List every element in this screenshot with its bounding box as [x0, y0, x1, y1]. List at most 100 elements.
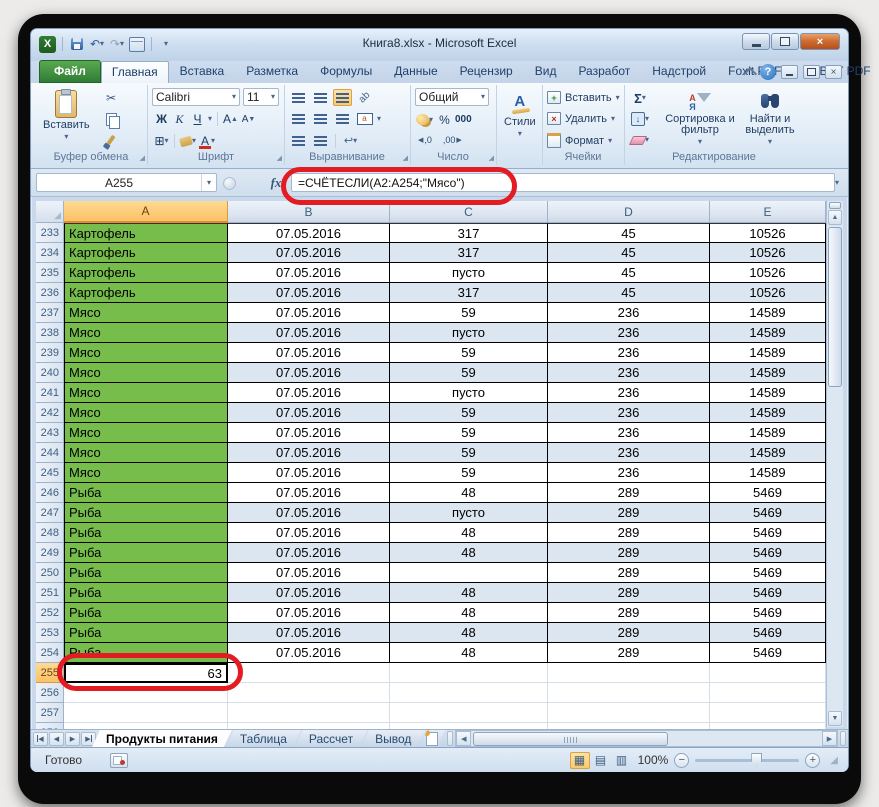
dialog-launcher-alignment[interactable]: ◢ — [403, 155, 408, 162]
ribbon-tab-рецензир[interactable]: Рецензир — [449, 60, 524, 83]
decrease-indent-button[interactable] — [289, 132, 308, 149]
cell-D257[interactable] — [548, 703, 710, 723]
cell-E249[interactable]: 5469 — [710, 543, 826, 563]
cell-E253[interactable]: 5469 — [710, 623, 826, 643]
cell-E236[interactable]: 10526 — [710, 283, 826, 303]
ribbon-tab-разработ[interactable]: Разработ — [567, 60, 641, 83]
cell-E239[interactable]: 14589 — [710, 343, 826, 363]
merge-center-button[interactable]: a — [355, 110, 374, 127]
cell-D246[interactable]: 289 — [548, 483, 710, 503]
row-header-252[interactable]: 252 — [36, 603, 64, 623]
page-break-view-button[interactable]: ▥ — [612, 752, 632, 769]
cell-A233[interactable]: Картофель — [64, 223, 228, 243]
cell-E255[interactable] — [710, 663, 826, 683]
row-header-250[interactable]: 250 — [36, 563, 64, 583]
cell-E257[interactable] — [710, 703, 826, 723]
cell-B245[interactable]: 07.05.2016 — [228, 463, 390, 483]
cell-D236[interactable]: 45 — [548, 283, 710, 303]
cell-C233[interactable]: 317 — [390, 223, 548, 243]
ribbon-tab-данные[interactable]: Данные — [383, 60, 448, 83]
cell-C247[interactable]: пусто — [390, 503, 548, 523]
row-header-245[interactable]: 245 — [36, 463, 64, 483]
name-box-dropdown[interactable]: ▾ — [201, 174, 216, 191]
cell-A249[interactable]: Рыба — [64, 543, 228, 563]
cell-C249[interactable]: 48 — [390, 543, 548, 563]
prev-sheet-button[interactable]: ◀ — [49, 732, 64, 746]
cell-C237[interactable]: 59 — [390, 303, 548, 323]
row-header-248[interactable]: 248 — [36, 523, 64, 543]
align-bottom-button[interactable] — [333, 89, 352, 106]
cell-A237[interactable]: Мясо — [64, 303, 228, 323]
column-header-E[interactable]: E — [710, 201, 826, 223]
cell-E250[interactable]: 5469 — [710, 563, 826, 583]
grow-font-button[interactable]: А▲ — [223, 111, 238, 127]
percent-button[interactable]: % — [437, 112, 452, 128]
cell-D239[interactable]: 236 — [548, 343, 710, 363]
cell-B239[interactable]: 07.05.2016 — [228, 343, 390, 363]
resize-grip[interactable]: ◢ — [830, 755, 838, 766]
dialog-launcher-clipboard[interactable]: ◢ — [140, 155, 145, 162]
paste-button[interactable]: Вставить ▾ — [39, 87, 94, 144]
cell-C242[interactable]: 59 — [390, 403, 548, 423]
cell-D252[interactable]: 289 — [548, 603, 710, 623]
workbook-close-button[interactable]: × — [825, 65, 842, 79]
ribbon-tab-вид[interactable]: Вид — [524, 60, 568, 83]
wrap-text-button[interactable]: ↩▾ — [341, 132, 360, 149]
row-header-237[interactable]: 237 — [36, 303, 64, 323]
cell-B238[interactable]: 07.05.2016 — [228, 323, 390, 343]
zoom-out-button[interactable]: − — [674, 753, 689, 768]
cell-A243[interactable]: Мясо — [64, 423, 228, 443]
cell-A246[interactable]: Рыба — [64, 483, 228, 503]
delete-cells-button[interactable]: ×Удалить▾ — [547, 112, 615, 125]
align-left-button[interactable] — [289, 110, 308, 127]
cell-B242[interactable]: 07.05.2016 — [228, 403, 390, 423]
scroll-right-button[interactable]: ▶ — [822, 731, 837, 746]
increase-indent-button[interactable] — [311, 132, 330, 149]
fill-button[interactable]: ↓▾ — [630, 110, 650, 128]
cell-D250[interactable]: 289 — [548, 563, 710, 583]
workbook-restore-button[interactable] — [803, 65, 820, 79]
cell-B240[interactable]: 07.05.2016 — [228, 363, 390, 383]
zoom-slider-thumb[interactable] — [751, 753, 762, 767]
row-header-235[interactable]: 235 — [36, 263, 64, 283]
cell-E234[interactable]: 10526 — [710, 243, 826, 263]
cell-D253[interactable]: 289 — [548, 623, 710, 643]
row-header-257[interactable]: 257 — [36, 703, 64, 723]
cell-B251[interactable]: 07.05.2016 — [228, 583, 390, 603]
sheet-tab-вывод[interactable]: Вывод — [361, 730, 425, 747]
cell-D241[interactable]: 236 — [548, 383, 710, 403]
format-cells-button[interactable]: Формат▾ — [547, 133, 612, 148]
cell-A239[interactable]: Мясо — [64, 343, 228, 363]
styles-button[interactable]: А Стили ▾ — [500, 91, 540, 141]
cell-B249[interactable]: 07.05.2016 — [228, 543, 390, 563]
cell-B248[interactable]: 07.05.2016 — [228, 523, 390, 543]
row-header-234[interactable]: 234 — [36, 243, 64, 263]
sort-filter-button[interactable]: АЯ Сортировка и фильтр ▾ — [664, 87, 736, 146]
fill-color-button[interactable]: ▾ — [180, 133, 196, 149]
cell-D240[interactable]: 236 — [548, 363, 710, 383]
cell-D238[interactable]: 236 — [548, 323, 710, 343]
cell-E247[interactable]: 5469 — [710, 503, 826, 523]
align-right-button[interactable] — [333, 110, 352, 127]
page-layout-view-button[interactable]: ▤ — [591, 752, 611, 769]
cell-D235[interactable]: 45 — [548, 263, 710, 283]
vertical-scrollbar-thumb[interactable] — [828, 227, 842, 387]
cell-B255[interactable] — [228, 663, 390, 683]
restore-button[interactable] — [771, 33, 799, 50]
scroll-left-button[interactable]: ◀ — [456, 731, 471, 746]
cell-B235[interactable]: 07.05.2016 — [228, 263, 390, 283]
cell-A247[interactable]: Рыба — [64, 503, 228, 523]
cell-C250[interactable] — [390, 563, 548, 583]
cell-C253[interactable]: 48 — [390, 623, 548, 643]
cell-D249[interactable]: 289 — [548, 543, 710, 563]
cell-D233[interactable]: 45 — [548, 223, 710, 243]
font-color-button[interactable]: А▾ — [199, 133, 215, 149]
close-button[interactable]: × — [800, 33, 840, 50]
cell-B253[interactable]: 07.05.2016 — [228, 623, 390, 643]
cell-A257[interactable] — [64, 703, 228, 723]
cell-B234[interactable]: 07.05.2016 — [228, 243, 390, 263]
cell-E237[interactable]: 14589 — [710, 303, 826, 323]
cell-C255[interactable] — [390, 663, 548, 683]
cell-E242[interactable]: 14589 — [710, 403, 826, 423]
decrease-decimal-button[interactable]: ,00▶ — [443, 135, 462, 145]
